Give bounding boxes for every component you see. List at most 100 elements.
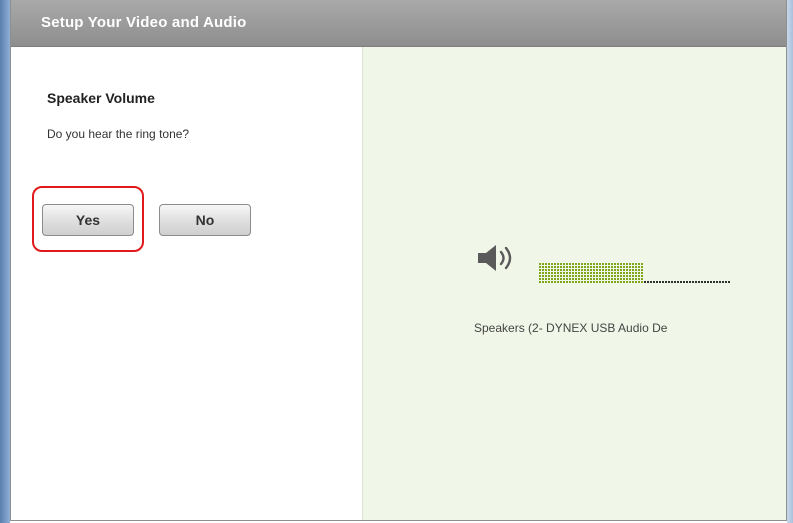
meter-dot-active	[581, 263, 583, 265]
meter-dot-active	[632, 263, 634, 265]
meter-dot-inactive	[668, 281, 670, 283]
meter-dot-active	[626, 281, 628, 283]
meter-dot-inactive	[728, 281, 730, 283]
meter-dot-active	[587, 281, 589, 283]
meter-dot-active	[623, 281, 625, 283]
meter-dot-active	[590, 281, 592, 283]
meter-dot-active	[620, 281, 622, 283]
meter-dot-active	[608, 281, 610, 283]
meter-dot-active	[635, 266, 637, 268]
meter-dot-active	[620, 272, 622, 274]
meter-dot-active	[617, 266, 619, 268]
meter-dot-active	[560, 266, 562, 268]
meter-dot-active	[608, 272, 610, 274]
meter-dot-active	[587, 266, 589, 268]
meter-dot-active	[629, 263, 631, 265]
meter-dot-active	[638, 269, 640, 271]
meter-dot-active	[566, 263, 568, 265]
meter-dot-active	[629, 272, 631, 274]
meter-dot-active	[590, 278, 592, 280]
yes-button[interactable]: Yes	[42, 204, 134, 236]
meter-dot-active	[629, 278, 631, 280]
meter-dot-active	[587, 275, 589, 277]
meter-dot-active	[551, 275, 553, 277]
meter-dot-inactive	[665, 281, 667, 283]
meter-dot-active	[614, 263, 616, 265]
meter-dot-active	[554, 281, 556, 283]
meter-dot-active	[635, 269, 637, 271]
dialog-title-bar[interactable]: Setup Your Video and Audio	[11, 0, 786, 47]
meter-dot-active	[641, 269, 643, 271]
meter-dot-active	[566, 278, 568, 280]
meter-dot-active	[599, 275, 601, 277]
meter-dot-active	[596, 269, 598, 271]
meter-dot-active	[560, 281, 562, 283]
meter-dot-active	[605, 269, 607, 271]
meter-dot-active	[563, 266, 565, 268]
meter-dot-active	[638, 278, 640, 280]
meter-dot-active	[590, 266, 592, 268]
meter-dot-inactive	[695, 281, 697, 283]
meter-dot-active	[551, 266, 553, 268]
meter-dot-active	[629, 266, 631, 268]
meter-dot-active	[554, 272, 556, 274]
meter-dot-active	[599, 263, 601, 265]
meter-dot-active	[569, 263, 571, 265]
meter-dot-active	[626, 263, 628, 265]
meter-dot-active	[605, 272, 607, 274]
meter-dot-active	[623, 272, 625, 274]
meter-dot-active	[590, 275, 592, 277]
meter-dot-active	[605, 266, 607, 268]
meter-dot-active	[557, 263, 559, 265]
meter-dot-active	[581, 266, 583, 268]
meter-dot-active	[548, 266, 550, 268]
meter-dot-active	[602, 275, 604, 277]
meter-dot-active	[620, 266, 622, 268]
meter-dot-active	[569, 275, 571, 277]
meter-dot-active	[548, 269, 550, 271]
meter-dot-active	[539, 272, 541, 274]
no-button[interactable]: No	[159, 204, 251, 236]
meter-dot-active	[542, 275, 544, 277]
meter-dot-active	[596, 263, 598, 265]
meter-dot-active	[614, 272, 616, 274]
meter-dot-active	[602, 263, 604, 265]
meter-dot-active	[611, 281, 613, 283]
meter-dot-active	[539, 281, 541, 283]
meter-dot-active	[569, 278, 571, 280]
meter-dot-active	[605, 281, 607, 283]
meter-dot-active	[638, 263, 640, 265]
meter-dot-active	[575, 281, 577, 283]
meter-dot-inactive	[644, 281, 646, 283]
meter-dot-active	[599, 278, 601, 280]
meter-dot-active	[572, 269, 574, 271]
meter-dot-active	[620, 278, 622, 280]
meter-dot-active	[614, 281, 616, 283]
meter-dot-active	[563, 281, 565, 283]
meter-dot-inactive	[707, 281, 709, 283]
meter-dot-active	[572, 272, 574, 274]
meter-dot-active	[632, 281, 634, 283]
meter-dot-active	[557, 272, 559, 274]
meter-dot-active	[614, 275, 616, 277]
meter-dot-active	[584, 275, 586, 277]
meter-dot-active	[584, 263, 586, 265]
meter-dot-active	[557, 266, 559, 268]
meter-dot-active	[554, 269, 556, 271]
meter-dot-active	[602, 272, 604, 274]
meter-dot-inactive	[659, 281, 661, 283]
meter-dot-active	[566, 275, 568, 277]
meter-dot-active	[572, 281, 574, 283]
meter-dot-active	[614, 269, 616, 271]
meter-dot-inactive	[653, 281, 655, 283]
meter-dot-active	[617, 272, 619, 274]
desktop-edge-right	[787, 0, 793, 523]
meter-dot-active	[572, 263, 574, 265]
meter-dot-inactive	[677, 281, 679, 283]
meter-dot-active	[548, 278, 550, 280]
meter-dot-active	[617, 263, 619, 265]
meter-dot-active	[602, 266, 604, 268]
meter-dot-active	[545, 272, 547, 274]
meter-dot-active	[578, 275, 580, 277]
speaker-volume-panel: Speaker Volume Do you hear the ring tone…	[11, 47, 363, 520]
